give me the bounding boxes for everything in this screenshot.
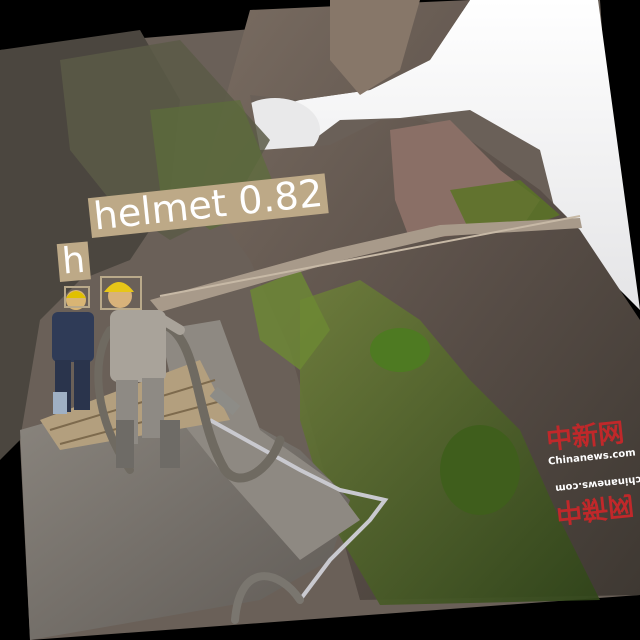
photo-scene [0,0,640,640]
detection-label-secondary: h [56,240,91,283]
helmet-bbox [64,286,90,308]
helmet-bbox [100,276,142,310]
vegetation [440,425,520,515]
vegetation [370,328,430,372]
